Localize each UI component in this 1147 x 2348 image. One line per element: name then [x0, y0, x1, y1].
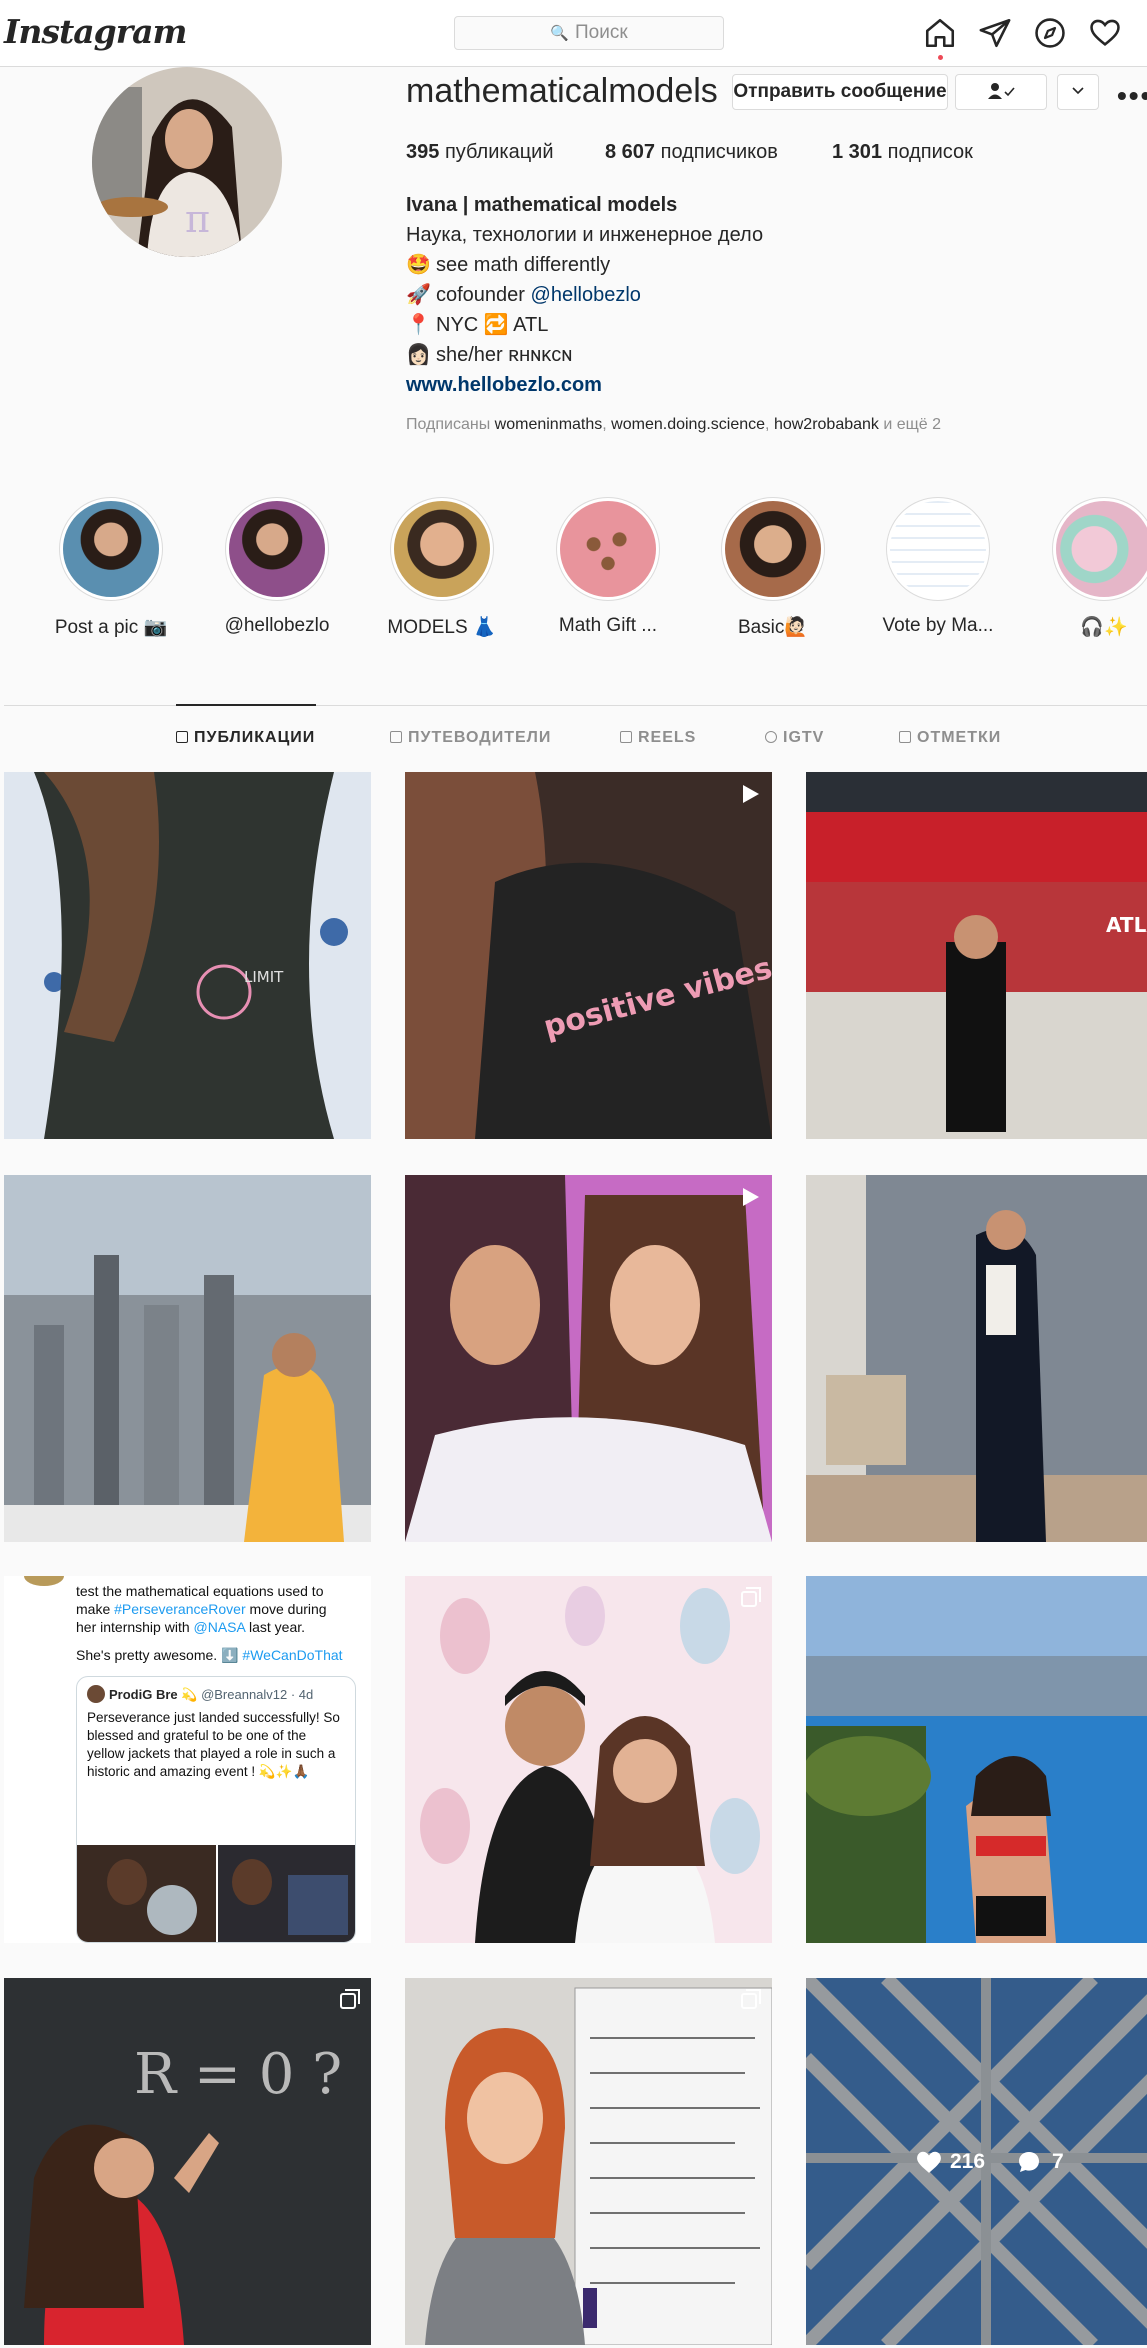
- tab-reels[interactable]: REELS: [620, 729, 696, 747]
- following-button[interactable]: [955, 74, 1047, 110]
- top-navigation-bar: Instagram 🔍 Поиск: [0, 0, 1147, 67]
- person-check-icon: [988, 83, 1015, 99]
- bio-line-4: 👩🏻 she/her ʀʜɴᴋᴄɴ: [406, 340, 572, 370]
- igtv-icon: [765, 731, 777, 743]
- highlight-item[interactable]: Math Gift ...: [550, 497, 666, 637]
- comments-bubble-icon: [1019, 2152, 1039, 2172]
- stadium-sign-text: ATLANTA: [1106, 913, 1147, 937]
- quoted-photo: [77, 1845, 216, 1942]
- followed-by-user[interactable]: women.doing.science: [611, 416, 765, 433]
- grid-icon: [176, 731, 188, 743]
- followed-by-user[interactable]: womeninmaths: [495, 416, 603, 433]
- posts-count-label: публикаций: [444, 141, 554, 163]
- notification-dot: [938, 55, 943, 60]
- profile-username: mathematicalmodels: [406, 72, 718, 110]
- highlight-label: Math Gift ...: [558, 615, 658, 636]
- tab-igtv[interactable]: IGTV: [765, 729, 824, 747]
- svg-text:π: π: [185, 197, 210, 241]
- search-icon: 🔍: [550, 25, 570, 42]
- suggested-accounts-button[interactable]: [1057, 74, 1099, 110]
- tweet-screenshot: test the mathematical equations used to …: [4, 1576, 371, 1943]
- chalkboard-text: R = 0 ?: [134, 2042, 342, 2107]
- post-thumbnail[interactable]: [405, 1175, 772, 1542]
- posts-count: 395 публикаций: [406, 141, 554, 164]
- followed-by-text[interactable]: Подписаны womeninmaths, women.doing.scie…: [406, 416, 941, 434]
- bio-emoji-2: 🚀: [406, 284, 431, 306]
- bio-emoji-1: 🤩: [406, 254, 431, 276]
- carousel-icon: [741, 1989, 761, 2009]
- highlight-item[interactable]: @hellobezlo: [219, 497, 335, 637]
- search-input[interactable]: 🔍 Поиск: [454, 16, 724, 50]
- post-thumbnail[interactable]: test the mathematical equations used to …: [4, 1576, 371, 1943]
- highlight-label: @hellobezlo: [224, 615, 330, 636]
- highlight-label: MODELS 👗: [387, 617, 497, 638]
- post-thumbnail[interactable]: ATLANTA: [806, 772, 1147, 1139]
- bio-line-1: 🤩 see math differently: [406, 250, 610, 280]
- following-count-value: 1 301: [832, 141, 883, 163]
- active-tab-indicator: [176, 704, 316, 706]
- tagged-icon: [899, 731, 911, 743]
- video-icon: [743, 785, 759, 803]
- profile-full-name: Ivana | mathematical models: [406, 194, 678, 216]
- post-thumbnail[interactable]: positive vibes ONLY: [405, 772, 772, 1139]
- following-count[interactable]: 1 301 подписок: [832, 141, 973, 164]
- highlight-label: Post a pic 📷: [54, 617, 168, 638]
- carousel-icon: [741, 1587, 761, 1607]
- tab-guides[interactable]: ПУТЕВОДИТЕЛИ: [390, 729, 551, 747]
- post-hover-overlay[interactable]: 216 7: [806, 1978, 1147, 2345]
- svg-text:LIMIT: LIMIT: [244, 968, 284, 986]
- bio-emoji-4: 👩🏻: [406, 344, 431, 366]
- highlight-item[interactable]: Basic🙋🏻: [715, 497, 831, 639]
- bio-mention-link[interactable]: @hellobezlo: [531, 284, 641, 306]
- followers-count-label: подписчиков: [660, 141, 778, 163]
- quoted-photo: [218, 1845, 355, 1942]
- post-thumbnail[interactable]: [806, 1175, 1147, 1542]
- bio-emoji-3: 📍: [406, 314, 431, 336]
- likes-count: 216: [950, 2150, 986, 2173]
- post-thumbnail[interactable]: [405, 1576, 772, 1943]
- video-icon: [743, 1188, 759, 1206]
- bio-line-2: 🚀 cofounder @hellobezlo: [406, 280, 641, 310]
- options-more-icon[interactable]: •••: [1117, 80, 1147, 112]
- post-thumbnail[interactable]: [4, 1175, 371, 1542]
- profile-category: Наука, технологии и инженерное дело: [406, 224, 764, 246]
- following-count-label: подписок: [887, 141, 973, 163]
- highlight-label: 🎧✨: [1080, 617, 1128, 638]
- highlight-item[interactable]: Post a pic 📷: [53, 497, 169, 639]
- tab-tagged[interactable]: ОТМЕТКИ: [899, 729, 1001, 747]
- profile-website-link[interactable]: www.hellobezlo.com: [406, 370, 602, 400]
- activity-heart-icon[interactable]: [1088, 16, 1122, 50]
- highlight-item[interactable]: 🎧✨: [1046, 497, 1147, 639]
- profile-avatar[interactable]: π: [92, 67, 282, 257]
- highlight-label: Vote by Ma...: [882, 615, 994, 636]
- highlight-item[interactable]: MODELS 👗: [384, 497, 500, 639]
- posts-count-value: 395: [406, 141, 440, 163]
- followers-count[interactable]: 8 607 подписчиков: [605, 141, 778, 164]
- bio-line-3: 📍 NYC 🔁 ATL: [406, 310, 548, 340]
- guide-icon: [390, 731, 402, 743]
- reels-icon: [620, 731, 632, 743]
- instagram-logo[interactable]: Instagram: [4, 12, 187, 51]
- followers-count-value: 8 607: [605, 141, 656, 163]
- tab-posts[interactable]: ПУБЛИКАЦИИ: [176, 729, 315, 747]
- quoted-avatar: [87, 1685, 105, 1703]
- comments-count: 7: [1052, 2150, 1064, 2173]
- post-thumbnail[interactable]: [806, 1576, 1147, 1943]
- search-placeholder: Поиск: [575, 22, 628, 43]
- quoted-tweet: ProdiG Bre 💫 @Breannalv12 · 4d Persevera…: [76, 1676, 356, 1943]
- chevron-down-icon: [1072, 87, 1084, 95]
- followed-by-user[interactable]: how2robabank: [774, 416, 879, 433]
- carousel-icon: [340, 1989, 360, 2009]
- post-thumbnail[interactable]: R = 0 ?: [4, 1978, 371, 2345]
- post-thumbnail[interactable]: [405, 1978, 772, 2345]
- send-message-button[interactable]: Отправить сообщение: [732, 74, 948, 110]
- explore-icon[interactable]: [1033, 16, 1067, 50]
- likes-heart-icon: [917, 2151, 941, 2173]
- post-thumbnail[interactable]: LIMIT: [4, 772, 371, 1139]
- home-icon[interactable]: [923, 16, 957, 50]
- post-thumbnail[interactable]: 216 7: [806, 1978, 1147, 2345]
- direct-messages-icon[interactable]: [978, 16, 1012, 50]
- highlight-item[interactable]: Vote by Ma...: [880, 497, 996, 637]
- highlight-label: Basic🙋🏻: [737, 617, 809, 638]
